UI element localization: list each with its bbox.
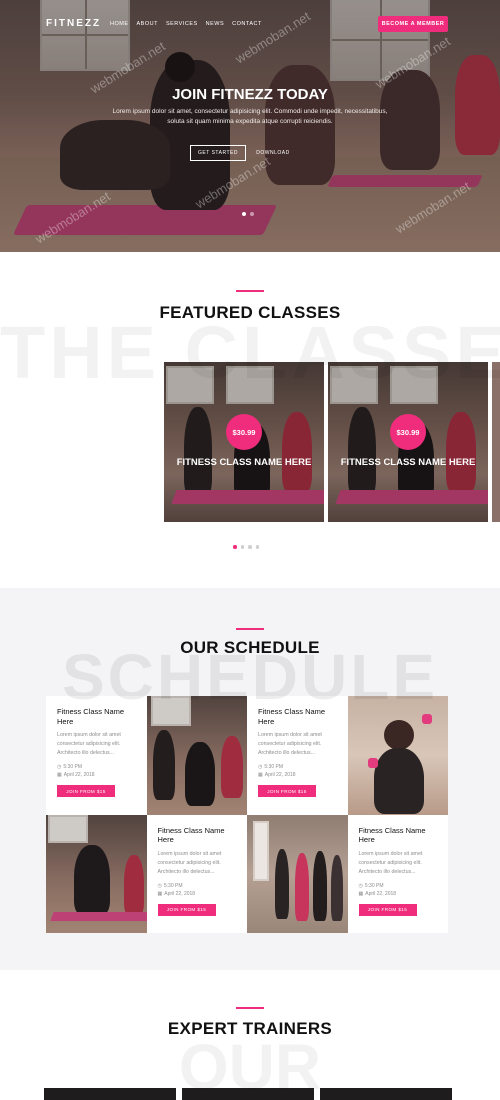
dumbbell-figure [367,758,378,768]
schedule-date: April 22, 2018 [164,890,196,897]
class-name[interactable]: FITNESS CLASS NAME HERE [328,457,488,468]
schedule-photo [247,814,348,933]
photo-shade [46,814,147,933]
calendar-icon: ▦ [358,890,364,897]
schedule-date-row: ▦ April 22, 2018 [158,890,237,898]
schedule-time: 5:30 PM [264,764,283,770]
clock-icon: ◷ [157,882,162,889]
schedule-class-desc: Lorem ipsum dolor sit amet consectetur a… [258,732,322,756]
nav-link-home[interactable]: HOME [110,21,129,27]
photo-figure [295,852,309,921]
schedule-time: 5:30 PM [63,764,82,770]
clock-icon: ◷ [358,882,363,889]
nav-links: HOME ABOUT SERVICES NEWS CONTACT [110,21,262,27]
calendar-icon: ▦ [157,890,163,897]
hero-subtitle: Lorem ipsum dolor sit amet, consectetur … [112,108,388,125]
carousel-dot[interactable] [255,545,259,549]
top-navbar: FITNEZZ HOME ABOUT SERVICES NEWS CONTACT… [0,0,500,50]
schedule-class-name[interactable]: Fitness Class Name Here [359,826,438,845]
schedule-date: April 22, 2018 [63,772,95,778]
clock-icon: ◷ [258,764,263,770]
schedule-date-row: ▦ April 22, 2018 [57,771,136,779]
schedule-date-row: ▦ April 22, 2018 [359,890,438,898]
nav-link-about[interactable]: ABOUT [137,21,158,27]
section-accent-line [236,1007,264,1009]
schedule-title: OUR SCHEDULE [180,638,320,657]
photo-figure [331,854,343,921]
nav-link-contact[interactable]: CONTACT [232,21,262,27]
schedule-time-row: ◷ 5:30 PM [258,763,337,771]
trainers-title: EXPERT TRAINERS [167,1019,333,1038]
join-button[interactable]: JOIN FROM $15 [358,903,417,916]
hero-slide-dot[interactable] [242,212,246,216]
join-button[interactable]: JOIN FROM $15 [57,785,115,797]
photo-figure [373,748,424,814]
section-accent-line [236,628,264,630]
class-name[interactable]: FITNESS CLASS NAME HERE [164,457,324,468]
schedule-date: April 22, 2018 [264,772,296,778]
join-button[interactable]: JOIN FROM $15 [157,903,216,916]
featured-classes-title: FEATURED CLASSES [159,303,341,322]
schedule-time-row: ◷ 5:30 PM [359,882,438,890]
become-member-button[interactable]: BECOME A MEMBER [378,16,448,32]
classes-carousel-dots [233,545,259,549]
schedule-time: 5:30 PM [163,882,183,889]
hero-slide-dot[interactable] [250,212,254,216]
schedule-class-desc: Lorem ipsum dolor sit amet consectetur a… [157,850,222,875]
hero-title: JOIN FITNEZZ TODAY [172,86,328,103]
schedule-photo [46,814,147,933]
photo-figure [313,850,327,921]
nav-link-services[interactable]: SERVICES [166,21,198,27]
carousel-dot[interactable] [233,545,237,549]
schedule-date: April 22, 2018 [365,890,397,897]
price-badge: $30.99 [390,414,426,450]
clock-icon: ◷ [57,764,62,770]
schedule-class-name[interactable]: Fitness Class Name Here [158,826,237,845]
photo-figure [275,848,289,919]
calendar-icon: ▦ [57,772,62,778]
schedule-item: Fitness Class Name Here Lorem ipsum dolo… [146,814,247,933]
hero-section: webmoban.net webmoban.net webmoban.net w… [0,0,500,252]
section-accent-line [236,290,264,292]
carousel-dot[interactable] [240,545,244,549]
schedule-class-desc: Lorem ipsum dolor sit amet consectetur a… [57,732,121,756]
calendar-icon: ▦ [258,772,263,778]
hero-slider-dots [242,212,254,216]
photo-window [253,820,269,881]
price-badge: $30.99 [226,414,262,450]
dumbbell-figure [421,714,432,724]
schedule-time-row: ◷ 5:30 PM [158,882,237,890]
schedule-time-row: ◷ 5:30 PM [57,763,136,771]
photo-figure [383,720,414,750]
download-button[interactable]: DOWNLOAD [250,145,296,161]
join-button[interactable]: JOIN FROM $15 [258,785,316,797]
schedule-item: Fitness Class Name Here Lorem ipsum dolo… [347,814,448,933]
carousel-dot[interactable] [248,545,252,549]
get-started-button[interactable]: GET STARTED [190,145,246,161]
schedule-time: 5:30 PM [364,882,384,889]
schedule-grid: Fitness Class Name Here Lorem ipsum dolo… [46,696,448,933]
schedule-class-desc: Lorem ipsum dolor sit amet consectetur a… [358,850,423,875]
site-logo[interactable]: FITNEZZ [46,18,101,29]
nav-link-news[interactable]: NEWS [206,21,225,27]
ghost-heading: OUR [178,1031,322,1100]
schedule-date-row: ▦ April 22, 2018 [258,771,337,779]
